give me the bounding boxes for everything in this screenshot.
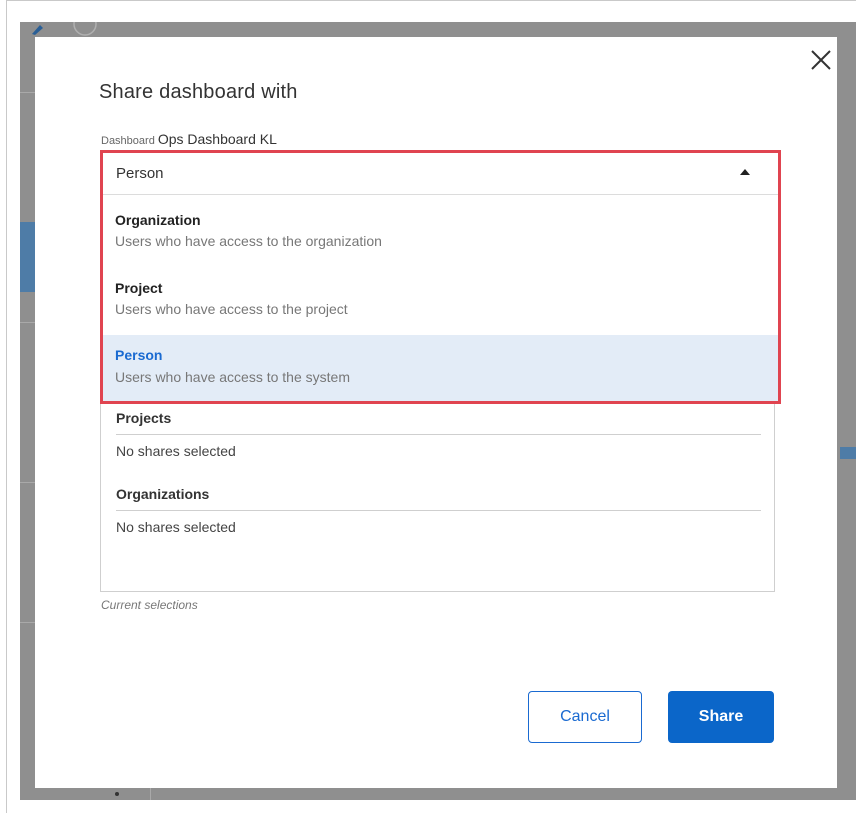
share-type-value: Person: [116, 165, 164, 182]
share-button[interactable]: Share: [668, 691, 774, 743]
divider: [116, 510, 761, 511]
dashboard-label: Dashboard: [101, 135, 155, 147]
divider: [116, 434, 761, 435]
selections-helper-text: Current selections: [101, 598, 198, 612]
option-organization[interactable]: Organization Users who have access to th…: [103, 195, 778, 265]
dialog-title: Share dashboard with: [99, 81, 298, 103]
background-divider: [20, 322, 35, 323]
projects-empty-text: No shares selected: [116, 443, 236, 459]
option-description: Users who have access to the organizatio…: [115, 233, 382, 249]
background-divider: [20, 622, 35, 623]
option-description: Users who have access to the system: [115, 369, 350, 385]
close-button[interactable]: [806, 45, 836, 75]
share-type-select[interactable]: Person: [103, 153, 778, 195]
option-title: Person: [115, 347, 163, 363]
pencil-icon: [32, 25, 43, 35]
option-description: Users who have access to the project: [115, 301, 348, 317]
background-dot: [115, 792, 119, 796]
background-tile: [20, 222, 35, 292]
share-type-dropdown: Person Organization Users who have acces…: [100, 150, 781, 404]
circle-icon: [73, 22, 97, 36]
background-divider: [20, 92, 35, 93]
option-project[interactable]: Project Users who have access to the pro…: [103, 265, 778, 331]
background-divider: [150, 788, 151, 800]
projects-heading: Projects: [116, 410, 172, 426]
organizations-empty-text: No shares selected: [116, 519, 236, 535]
organizations-heading: Organizations: [116, 486, 210, 502]
background-divider: [20, 482, 35, 483]
share-dialog: Share dashboard with Dashboard Ops Dashbo…: [35, 37, 837, 788]
option-title: Organization: [115, 212, 201, 228]
option-person[interactable]: Person Users who have access to the syst…: [103, 335, 778, 401]
background-tile: [840, 447, 856, 459]
caret-up-icon: [740, 169, 750, 175]
close-icon: [811, 50, 831, 70]
cancel-button[interactable]: Cancel: [528, 691, 642, 743]
dashboard-info: Dashboard Ops Dashboard KL: [101, 131, 277, 147]
current-selections-panel: Projects No shares selected Organization…: [100, 404, 775, 592]
option-title: Project: [115, 280, 163, 296]
dashboard-name: Ops Dashboard KL: [157, 131, 277, 147]
